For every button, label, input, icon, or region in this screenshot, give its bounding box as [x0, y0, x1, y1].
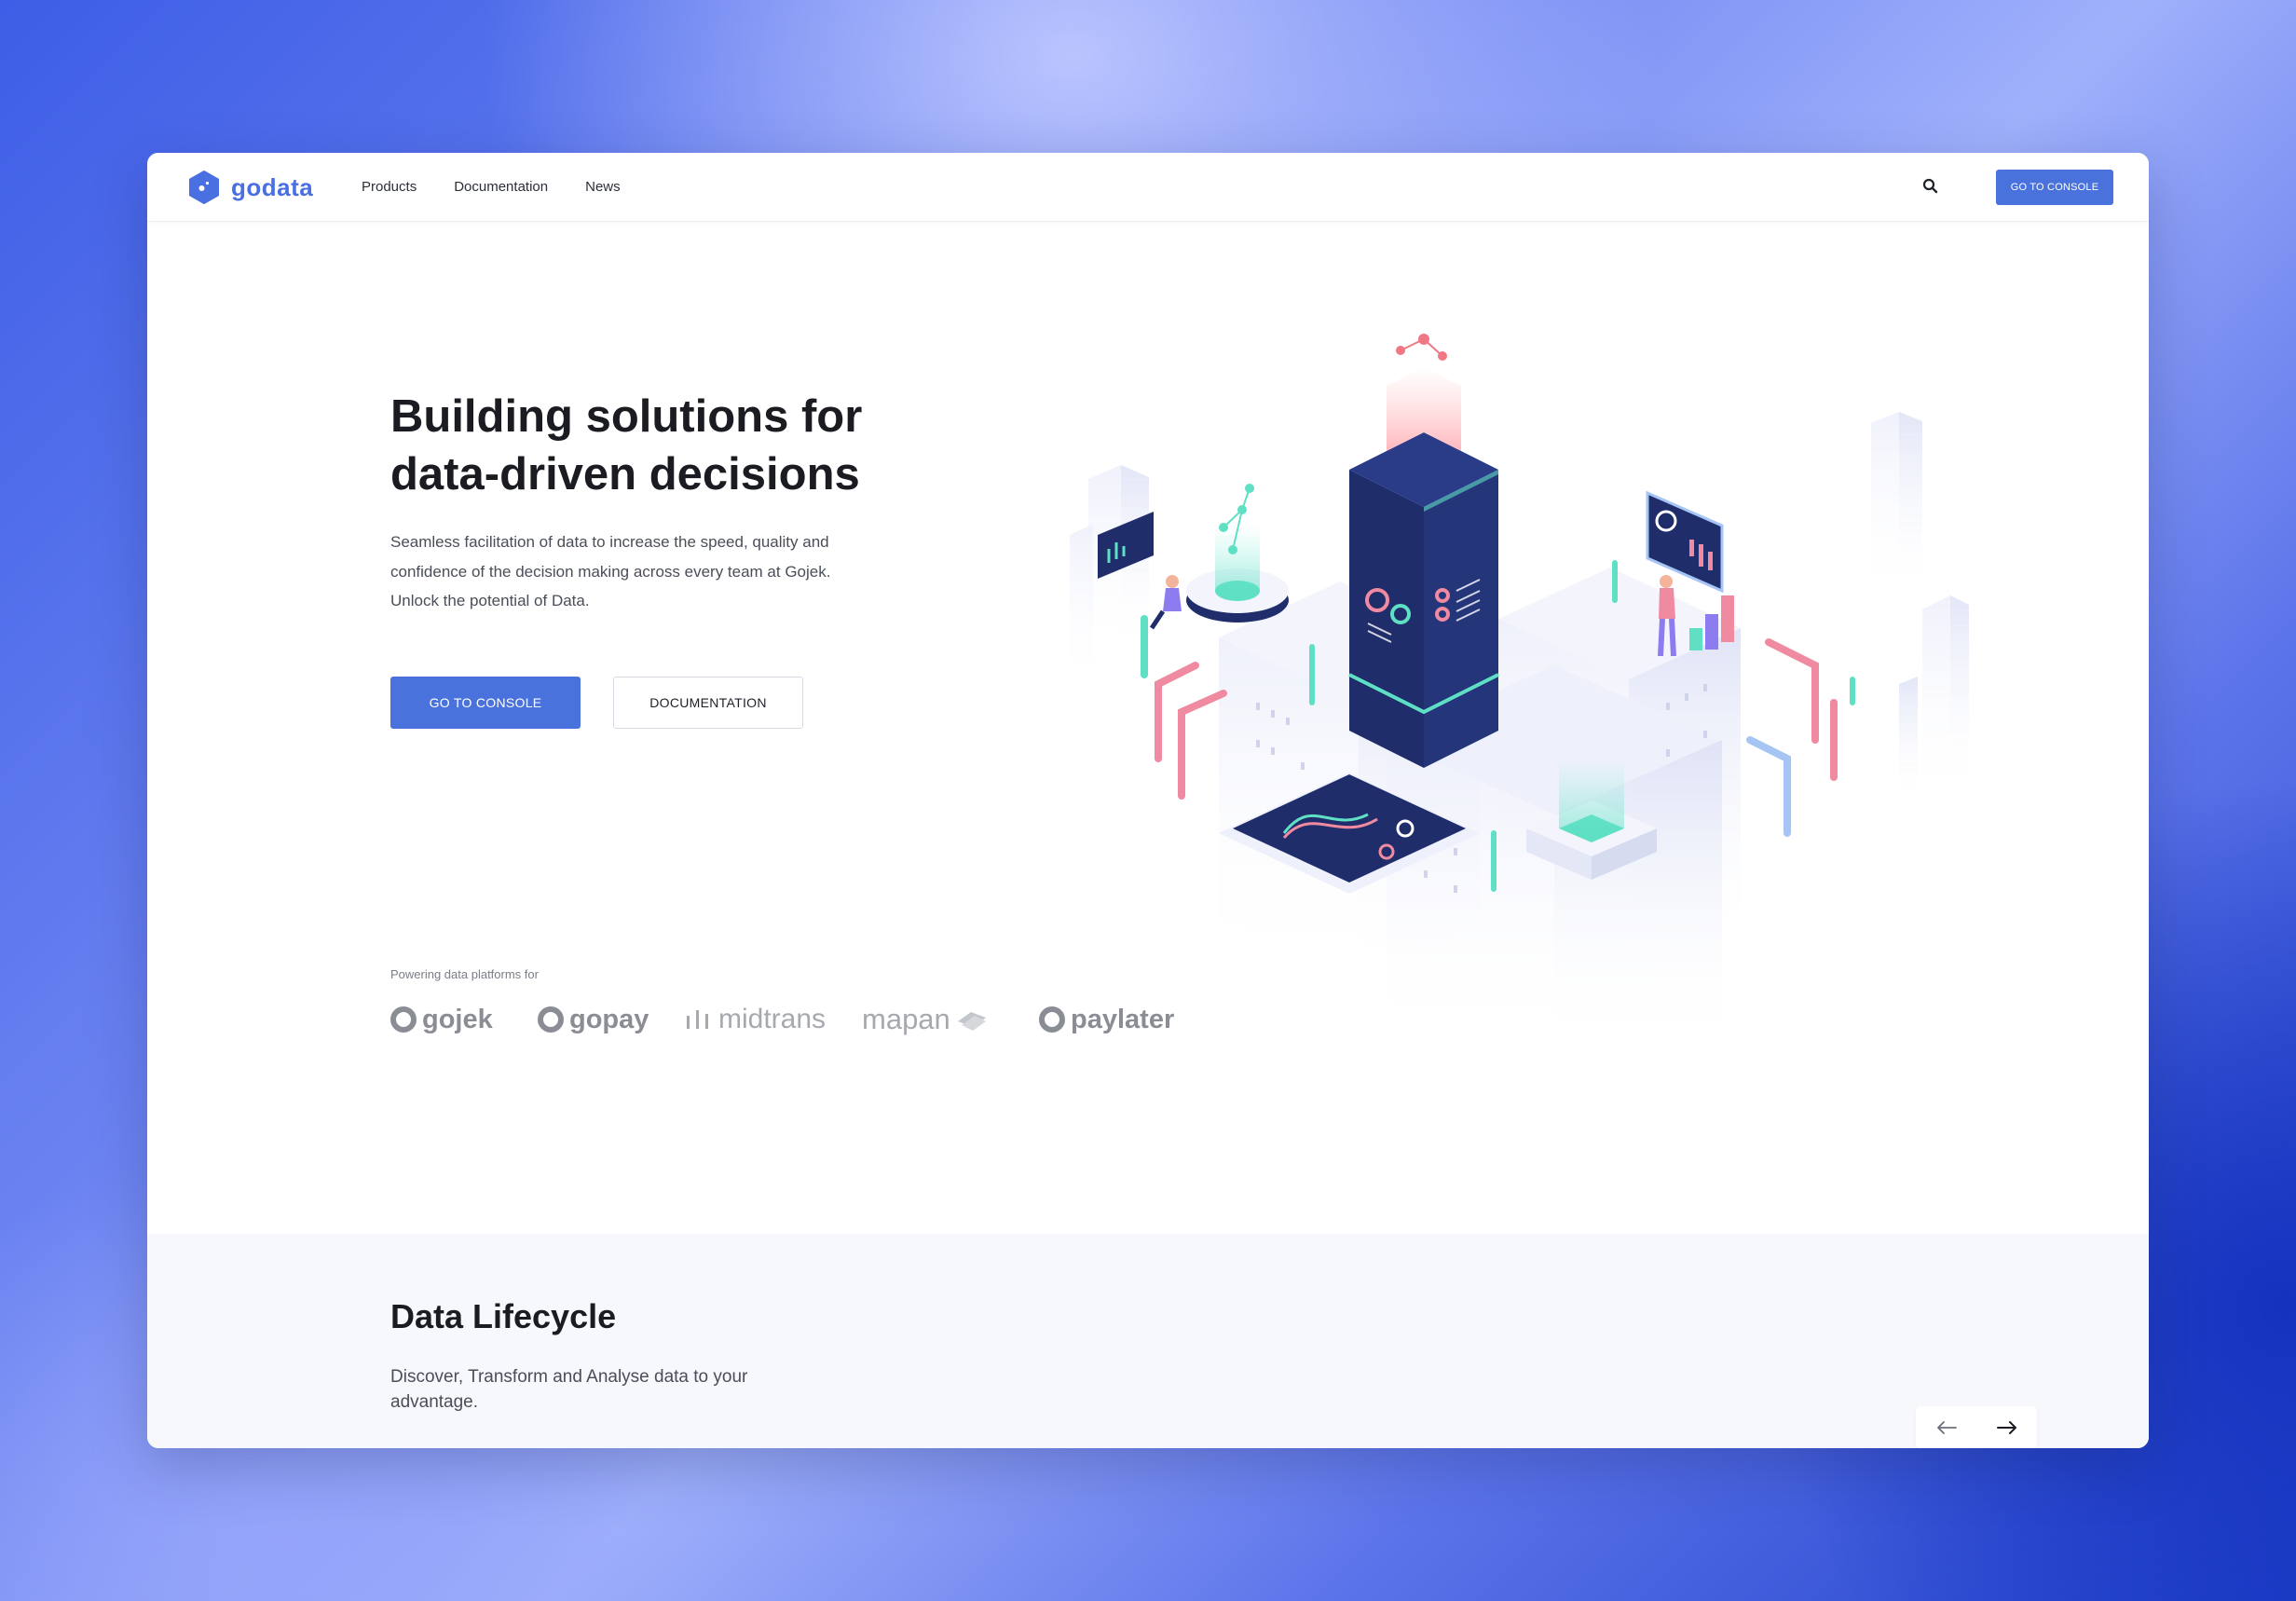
- lifecycle-description: Discover, Transform and Analyse data to …: [390, 1367, 748, 1412]
- paylater-logo: paylater: [1039, 1005, 1197, 1035]
- go-to-console-button[interactable]: GO TO CONSOLE: [390, 677, 581, 729]
- gopay-logo-text: gopay: [569, 1004, 649, 1034]
- top-navbar: godata Products Documentation News GO TO…: [147, 153, 2149, 222]
- gopay-mark-icon: [538, 1006, 564, 1033]
- midtrans-mark-icon: [687, 1010, 708, 1029]
- midtrans-logo: midtrans: [685, 1004, 862, 1035]
- mapan-logo-text: mapan: [862, 1003, 950, 1035]
- header-go-to-console-button[interactable]: GO TO CONSOLE: [1996, 170, 2113, 205]
- gojek-logo: gojek: [390, 1005, 512, 1035]
- gopay-logo: gopay: [538, 1005, 668, 1035]
- midtrans-logo-text: midtrans: [718, 1004, 827, 1034]
- hero-title: Building solutions for data-driven decis…: [390, 391, 863, 499]
- partners-label: Powering data platforms for: [390, 967, 539, 981]
- lifecycle-title: Data Lifecycle: [390, 1297, 617, 1335]
- godata-logo[interactable]: godata: [186, 170, 313, 205]
- paylater-logo-text: paylater: [1071, 1004, 1175, 1034]
- gojek-mark-icon: [390, 1006, 417, 1033]
- paylater-mark-icon: [1039, 1006, 1065, 1033]
- browser-window: godata Products Documentation News GO TO…: [147, 153, 2149, 1448]
- nav-products[interactable]: Products: [362, 179, 417, 195]
- logo-text: godata: [231, 172, 314, 201]
- search-icon[interactable]: [1921, 177, 1940, 196]
- partner-logos: gojek gopay midtrans mapan paylater: [390, 1001, 1197, 1038]
- nav-documentation[interactable]: Documentation: [454, 179, 548, 195]
- nav-news[interactable]: News: [585, 179, 621, 195]
- arrow-right-icon[interactable]: [1996, 1420, 2018, 1435]
- isometric-data-center-illustration: [1070, 334, 1969, 1057]
- carousel-controls: [1916, 1406, 2037, 1448]
- mapan-logo: mapan: [862, 1003, 1039, 1036]
- gojek-logo-text: gojek: [422, 1004, 493, 1034]
- hexagon-logo-icon: [189, 171, 219, 204]
- arrow-left-icon[interactable]: [1935, 1420, 1958, 1435]
- documentation-button[interactable]: DOCUMENTATION: [613, 677, 803, 729]
- main-nav: Products Documentation News: [362, 179, 621, 195]
- data-lifecycle-section: Data Lifecycle Discover, Transform and A…: [147, 1234, 2149, 1448]
- hero-description: Seamless facilitation of data to increas…: [390, 533, 831, 609]
- mapan-mark-icon: [957, 1012, 986, 1031]
